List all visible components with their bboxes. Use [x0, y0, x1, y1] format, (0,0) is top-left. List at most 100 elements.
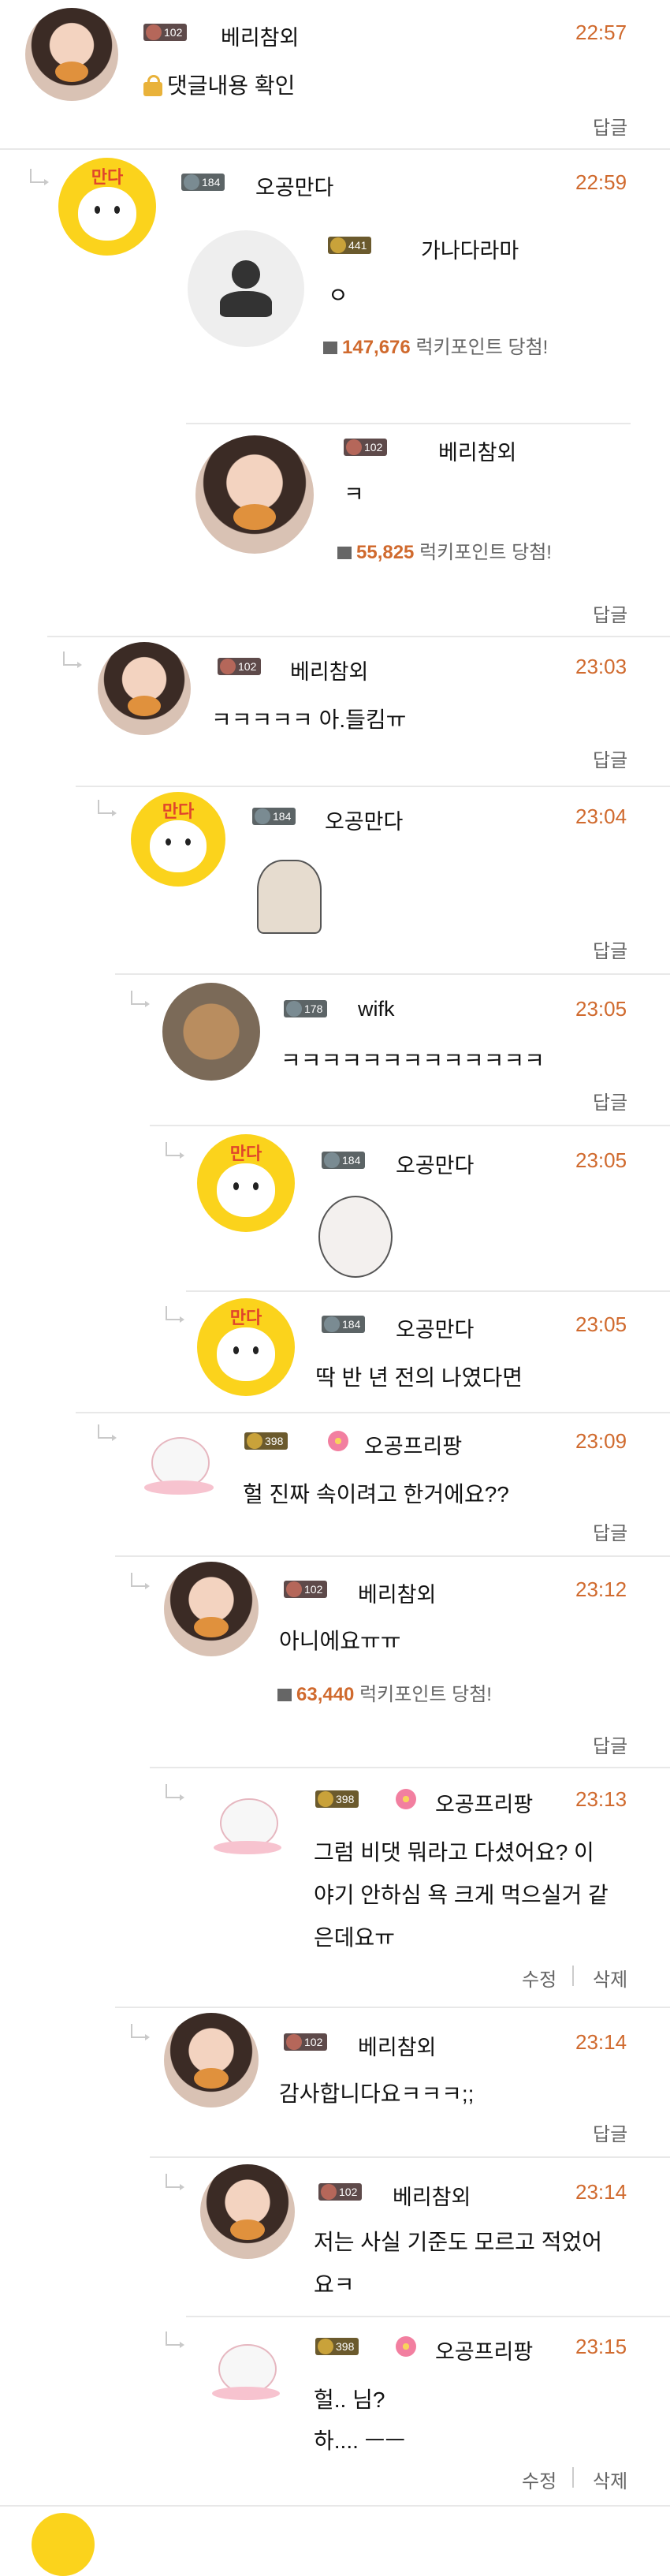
avatar[interactable]	[162, 983, 260, 1081]
comment-text: 감사합니다요ㅋㅋㅋ;;	[279, 2081, 475, 2106]
gift-icon	[277, 1689, 292, 1701]
timestamp: 23:05	[575, 997, 627, 1021]
avatar[interactable]	[164, 1562, 259, 1656]
avatar[interactable]	[136, 1420, 222, 1506]
lock-icon	[143, 75, 162, 96]
timestamp: 23:05	[575, 1312, 627, 1336]
reply-arrow-icon	[131, 991, 150, 1007]
avatar	[195, 435, 314, 554]
level-icon	[321, 2184, 337, 2200]
reply-button[interactable]: 답글	[593, 1730, 627, 1758]
timestamp: 22:59	[575, 170, 627, 194]
nickname[interactable]: 베리참외	[393, 2180, 471, 2211]
level-icon	[324, 1152, 340, 1168]
nickname[interactable]: 오공만다	[325, 805, 403, 835]
nickname[interactable]: 오공만다	[255, 170, 333, 201]
reply-button[interactable]: 답글	[593, 1087, 627, 1114]
nickname[interactable]: 베리참외	[221, 21, 299, 51]
divider	[150, 2156, 670, 2158]
reply-arrow-icon	[166, 1306, 184, 1323]
nickname[interactable]: wifk	[358, 997, 395, 1021]
delete-button[interactable]: 삭제	[593, 2466, 627, 2493]
level-icon	[184, 174, 199, 190]
reply-button[interactable]: 답글	[593, 1518, 627, 1545]
nickname[interactable]: 오공프리팡	[364, 1429, 462, 1460]
reply-arrow-icon	[98, 1424, 117, 1441]
nickname: 가나다라마	[421, 239, 519, 263]
reply-arrow-icon	[166, 2174, 184, 2190]
comment-text: ㅋㅋㅋㅋㅋㅋㅋㅋㅋㅋㅋㅋㅋ	[281, 1048, 545, 1073]
reply-arrow-icon	[30, 169, 49, 185]
comment-text: 은데요ㅠ	[314, 1925, 396, 1950]
level-icon	[286, 1581, 302, 1597]
timestamp: 23:12	[575, 1577, 627, 1601]
avatar[interactable]	[203, 2327, 288, 2412]
nickname[interactable]: 오공만다	[396, 1148, 474, 1179]
avatar[interactable]: 만다	[131, 792, 225, 887]
edit-button[interactable]: 수정	[522, 1964, 556, 1992]
nickname[interactable]: 베리참외	[358, 2030, 436, 2061]
level-badge: 184	[181, 174, 225, 191]
avatar[interactable]: 만다	[197, 1298, 295, 1396]
reply-button[interactable]: 답글	[593, 599, 627, 627]
comment-text: 야기 안하심 욕 크게 먹으실거 같	[314, 1883, 609, 1907]
avatar[interactable]: 만다	[58, 158, 156, 256]
nickname[interactable]: 베리참외	[358, 1577, 436, 1608]
reply-arrow-icon	[166, 1784, 184, 1801]
avatar[interactable]	[205, 1781, 290, 1866]
level-icon	[318, 2339, 333, 2354]
comment-text: 헐 진짜 속이려고 한거에요??	[243, 1482, 509, 1506]
comment-text: 저는 사실 기준도 모르고 적었어	[314, 2230, 602, 2254]
reply-button[interactable]: 답글	[593, 745, 627, 772]
reply-button[interactable]: 답글	[593, 112, 627, 140]
lucky-point-win: 63,440 럭키포인트 당첨!	[277, 1678, 492, 1706]
avatar[interactable]	[98, 642, 191, 735]
comment-text: 그럼 비댓 뭐라고 다셨어요? 이	[314, 1840, 594, 1865]
gift-icon	[323, 342, 337, 354]
avatar[interactable]	[164, 2013, 259, 2107]
sticker-image	[257, 860, 322, 934]
reply-arrow-icon	[166, 1142, 184, 1159]
nickname[interactable]: 오공프리팡	[435, 1787, 533, 1818]
avatar[interactable]: 만다	[197, 1134, 295, 1232]
divider	[186, 1290, 670, 1292]
comment-text: 헐.. 님?	[314, 2387, 385, 2412]
timestamp: 23:13	[575, 1787, 627, 1811]
timestamp: 23:04	[575, 805, 627, 828]
avatar[interactable]	[200, 2164, 295, 2259]
level-badge: 178	[284, 1000, 328, 1017]
reply-arrow-icon	[98, 800, 117, 816]
divider	[150, 1767, 670, 1768]
reply-button[interactable]: 답글	[593, 2119, 627, 2146]
level-icon	[146, 24, 162, 40]
level-icon	[286, 2034, 302, 2050]
nickname[interactable]: 베리참외	[290, 655, 368, 685]
comment-text: ㅋㅋㅋㅋㅋ 아.들킴ㅠ	[211, 707, 407, 732]
timestamp: 22:57	[575, 21, 627, 44]
flower-icon	[396, 2336, 416, 2357]
flower-icon	[396, 1789, 416, 1809]
comment-text: 댓글내용 확인	[167, 73, 296, 98]
edit-button[interactable]: 수정	[522, 2466, 556, 2493]
level-icon	[324, 1316, 340, 1332]
level-badge: 102	[344, 439, 388, 456]
avatar[interactable]	[32, 2513, 95, 2576]
divider	[115, 973, 670, 975]
nickname[interactable]: 오공프리팡	[435, 2335, 533, 2365]
action-divider	[572, 1966, 574, 1986]
divider	[186, 423, 631, 424]
comment-text: 하.... ㅡㅡ	[314, 2429, 406, 2453]
nickname: 베리참외	[438, 441, 517, 465]
divider	[0, 2505, 670, 2507]
nickname[interactable]: 오공만다	[396, 1312, 474, 1343]
divider	[186, 2316, 670, 2317]
timestamp: 23:03	[575, 655, 627, 678]
delete-button[interactable]: 삭제	[593, 1964, 627, 1992]
flower-icon	[328, 1431, 348, 1451]
level-badge: 102	[143, 24, 188, 41]
divider	[0, 148, 670, 150]
reply-button[interactable]: 답글	[593, 935, 627, 963]
avatar[interactable]	[25, 8, 118, 101]
level-badge: 102	[318, 2183, 363, 2201]
quoted-comment: 102 베리참외 ㅋ 55,825 럭키포인트 당첨!	[186, 426, 631, 584]
